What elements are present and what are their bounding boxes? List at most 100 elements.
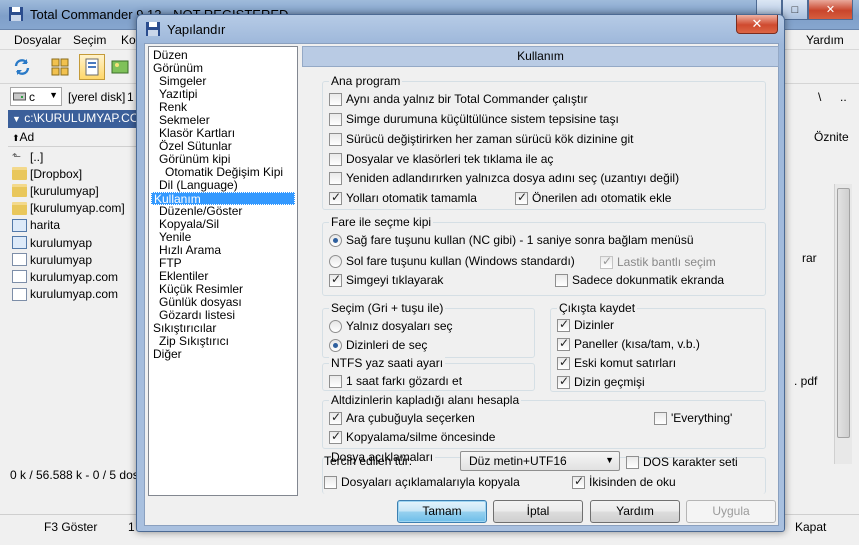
right-panel-edge: \ .. Öznite rar . pdf bbox=[778, 84, 859, 484]
checkbox-save-dirs[interactable]: Dizinler bbox=[557, 317, 614, 332]
file-icon bbox=[12, 270, 27, 284]
group-title: Ana program bbox=[329, 74, 403, 88]
menu-secim[interactable]: Seçim bbox=[73, 33, 106, 47]
ok-button[interactable]: Tamam bbox=[397, 500, 487, 523]
checkbox-ignore-1-hour[interactable]: 1 saat farkı gözardı et bbox=[329, 374, 462, 388]
preferred-type-select[interactable]: Düz metin+UTF16 ▼ bbox=[460, 451, 620, 471]
checkbox-rubber-band[interactable]: Lastik bantlı seçim bbox=[600, 254, 716, 269]
checkbox-box bbox=[329, 112, 342, 126]
checkbox-box bbox=[557, 374, 570, 389]
dialog-title: Yapılandır bbox=[167, 22, 226, 37]
exit-button[interactable]: Kapat bbox=[795, 520, 826, 534]
group-ntfs: NTFS yaz saati ayarı 1 saat farkı gözard… bbox=[322, 356, 535, 391]
checkbox-save-panels[interactable]: Paneller (kısa/tam, v.b.) bbox=[557, 336, 700, 351]
checkbox-calc-before-copy[interactable]: Kopyalama/silme öncesinde bbox=[329, 429, 495, 444]
checkbox-calc-on-space[interactable]: Ara çubuğuyla seçerken bbox=[329, 410, 475, 425]
checkbox-copy-with-descriptions[interactable]: Dosyaları açıklamalarıyla kopyala bbox=[324, 475, 520, 489]
configuration-dialog: Yapılandır ✕ Düzen Görünüm Simgeler Yazı… bbox=[136, 14, 785, 532]
checkbox-box bbox=[572, 474, 585, 489]
group-title: Fare ile seçme kipi bbox=[329, 215, 434, 229]
checkbox-box bbox=[329, 152, 342, 166]
group-title: Altdizinlerin kapladığı alanı hesapla bbox=[329, 393, 522, 407]
checkbox-everything[interactable]: 'Everything' bbox=[654, 411, 732, 425]
radio-dot bbox=[329, 254, 342, 268]
checkbox-save-history[interactable]: Dizin geçmişi bbox=[557, 374, 645, 389]
radio-left-mouse[interactable]: Sol fare tuşunu kullan (Windows standard… bbox=[329, 254, 575, 268]
thumbnails-button[interactable] bbox=[107, 54, 133, 80]
file-icon bbox=[12, 253, 27, 267]
radio-select-dirs-too[interactable]: Dizinleri de seç bbox=[329, 338, 427, 352]
refresh-icon bbox=[14, 59, 30, 75]
group-title: Çıkışta kaydet bbox=[557, 301, 638, 315]
group-title: NTFS yaz saati ayarı bbox=[329, 356, 446, 370]
checkbox-box bbox=[329, 374, 342, 388]
dialog-title-bar[interactable]: Yapılandır ✕ bbox=[137, 15, 784, 43]
path-text: c:\KURULUMYAP.COM bbox=[24, 111, 150, 125]
file-icon bbox=[12, 218, 27, 232]
tree-item-diger[interactable]: Diğer bbox=[151, 348, 184, 361]
dialog-close-button[interactable]: ✕ bbox=[736, 15, 778, 34]
cancel-button[interactable]: İptal bbox=[493, 500, 583, 523]
folder-icon bbox=[12, 201, 27, 215]
checkbox-box bbox=[515, 190, 528, 205]
checkbox-drive-root[interactable]: Sürücü değiştirirken her zaman sürücü kö… bbox=[329, 132, 633, 146]
checkbox-box bbox=[329, 410, 342, 425]
close-icon: ✕ bbox=[751, 16, 763, 31]
preferred-type-label: Tercih edilen tür: bbox=[324, 454, 413, 468]
maximize-button[interactable]: □ bbox=[782, 0, 808, 20]
checkbox-touch-only[interactable]: Sadece dokunmatik ekranda bbox=[555, 273, 724, 287]
tree-item-dil[interactable]: Dil (Language) bbox=[157, 179, 240, 192]
panel-title: Kullanım bbox=[302, 46, 779, 67]
brief-view-button[interactable] bbox=[47, 54, 73, 80]
apply-button[interactable]: Uygula bbox=[686, 500, 776, 523]
checkbox-single-instance[interactable]: Aynı anda yalnız bir Total Commander çal… bbox=[329, 92, 588, 106]
selection-status: 0 k / 56.588 k - 0 / 5 dos bbox=[10, 468, 139, 482]
menu-komutlar[interactable]: Ko bbox=[121, 33, 136, 47]
checkbox-box bbox=[329, 272, 342, 287]
f3-view-button[interactable]: F3 Göster bbox=[44, 520, 97, 534]
checkbox-read-both[interactable]: İkisinden de oku bbox=[572, 474, 676, 489]
settings-tree[interactable]: Düzen Görünüm Simgeler Yazıtipi Renk Sek… bbox=[148, 46, 298, 496]
radio-select-files-only[interactable]: Yalnız dosyaları seç bbox=[329, 319, 453, 333]
checkbox-autoappend-name[interactable]: Önerilen adı otomatik ekle bbox=[515, 190, 671, 205]
right-scrollbar[interactable] bbox=[834, 184, 852, 464]
full-view-button[interactable] bbox=[79, 54, 105, 80]
checkbox-box bbox=[626, 455, 639, 469]
checkbox-box bbox=[329, 92, 342, 106]
menu-yardim[interactable]: Yardım bbox=[806, 33, 844, 47]
group-secim: Seçim (Gri + tuşu ile) Yalnız dosyaları … bbox=[322, 301, 535, 358]
hard-drive-icon bbox=[13, 92, 26, 101]
preferred-type-value: Düz metin+UTF16 bbox=[469, 454, 567, 468]
f4-edit-button[interactable]: 1 bbox=[128, 520, 135, 534]
checkbox-minimize-to-tray[interactable]: Simge durumuna küçültülünce sistem tepsi… bbox=[329, 112, 619, 126]
help-button[interactable]: Yardım bbox=[590, 500, 680, 523]
radio-right-mouse[interactable]: Sağ fare tuşunu kullan (NC gibi) - 1 san… bbox=[329, 233, 694, 247]
radio-dot bbox=[329, 338, 342, 352]
menu-dosyalar[interactable]: Dosyalar bbox=[14, 33, 61, 47]
column-header-attr[interactable]: Öznite bbox=[814, 130, 849, 144]
radio-dot bbox=[329, 233, 342, 247]
refresh-button[interactable] bbox=[9, 54, 35, 80]
folder-icon bbox=[12, 167, 27, 181]
checkbox-single-click[interactable]: Dosyalar ve klasörleri tek tıklama ile a… bbox=[329, 152, 553, 166]
radio-dot bbox=[329, 319, 342, 333]
sort-arrow-icon: ⬆ bbox=[12, 133, 20, 143]
checkbox-rename-name-only[interactable]: Yeniden adlandırırken yalnızca dosya adı… bbox=[329, 171, 679, 185]
group-title: Seçim (Gri + tuşu ile) bbox=[329, 301, 446, 315]
file-icon bbox=[12, 287, 27, 301]
scrollbar-thumb[interactable] bbox=[837, 188, 850, 438]
group-fare-secme: Fare ile seçme kipi Sağ fare tuşunu kull… bbox=[322, 215, 766, 296]
drive-selector[interactable]: c ▼ bbox=[10, 87, 62, 106]
group-ana-program: Ana program Aynı anda yalnız bir Total C… bbox=[322, 74, 766, 210]
tc-close-button[interactable]: ✕ bbox=[808, 0, 853, 20]
chevron-down-icon: ▼ bbox=[49, 90, 58, 100]
checkbox-box bbox=[329, 132, 342, 146]
floppy-disk-icon bbox=[9, 7, 23, 21]
checkbox-dos-charset[interactable]: DOS karakter seti bbox=[626, 455, 738, 469]
drive-label: [yerel disk] bbox=[68, 90, 126, 104]
right-path-root: \ bbox=[818, 90, 822, 104]
right-path-up: .. bbox=[840, 90, 847, 104]
checkbox-save-cmdline[interactable]: Eski komut satırları bbox=[557, 355, 676, 370]
checkbox-click-icon[interactable]: Simgeyi tıklayarak bbox=[329, 272, 443, 287]
checkbox-autocomplete-paths[interactable]: Yolları otomatik tamamla bbox=[329, 190, 477, 205]
